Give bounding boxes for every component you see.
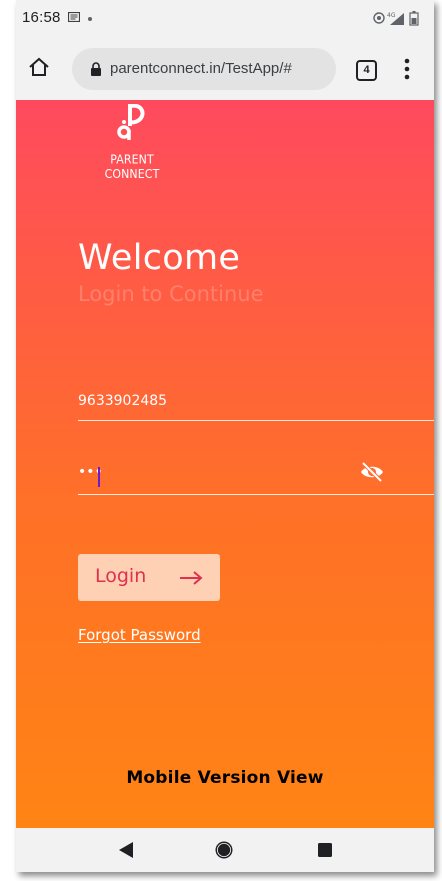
parent-connect-logo: PARENT CONNECT <box>84 100 180 182</box>
eye-off-icon[interactable] <box>360 462 384 482</box>
phone-number-field[interactable]: 9633902485 <box>78 382 434 421</box>
logo-text: PARENT CONNECT <box>104 152 160 182</box>
status-time: 16:58 <box>22 9 61 26</box>
android-nav-bar <box>16 828 434 872</box>
svg-text:4G: 4G <box>387 12 396 19</box>
back-icon[interactable] <box>119 842 133 858</box>
hotspot-icon <box>373 12 385 24</box>
mobile-version-caption: Mobile Version View <box>126 768 324 788</box>
login-subtitle: Login to Continue <box>78 282 264 306</box>
password-field[interactable]: ••• <box>78 452 434 495</box>
browser-toolbar: parentconnect.in/TestApp/# 4 <box>16 36 434 100</box>
more-vert-icon[interactable] <box>404 58 410 80</box>
lock-icon <box>91 62 101 76</box>
home-icon[interactable] <box>28 56 50 78</box>
battery-icon <box>409 11 419 26</box>
tabs-button[interactable]: 4 <box>356 60 377 81</box>
phone-number-value[interactable]: 9633902485 <box>78 393 167 409</box>
forgot-password-link[interactable]: Forgot Password <box>78 626 201 644</box>
4g-signal-icon: 4G <box>387 12 404 25</box>
system-status-icons: 4G <box>373 11 419 26</box>
address-bar[interactable]: parentconnect.in/TestApp/# <box>72 48 336 90</box>
logo-mark-icon <box>117 104 145 140</box>
recents-icon[interactable] <box>318 843 332 857</box>
login-button[interactable]: Login <box>78 554 220 601</box>
status-bar: 16:58 4G <box>16 0 434 36</box>
url-text[interactable]: parentconnect.in/TestApp/# <box>110 60 332 77</box>
login-button-label: Login <box>95 565 147 587</box>
welcome-heading: Welcome <box>78 238 241 278</box>
notification-dot <box>88 17 92 21</box>
message-icon <box>68 12 80 22</box>
text-cursor <box>98 467 100 487</box>
arrow-right-icon <box>180 571 203 585</box>
phone-frame: 16:58 4G parentconnect.in/TestApp/# 4 PA… <box>16 0 434 872</box>
home-circle-icon[interactable] <box>215 841 233 859</box>
login-page: PARENT CONNECT Welcome Login to Continue… <box>16 100 434 828</box>
